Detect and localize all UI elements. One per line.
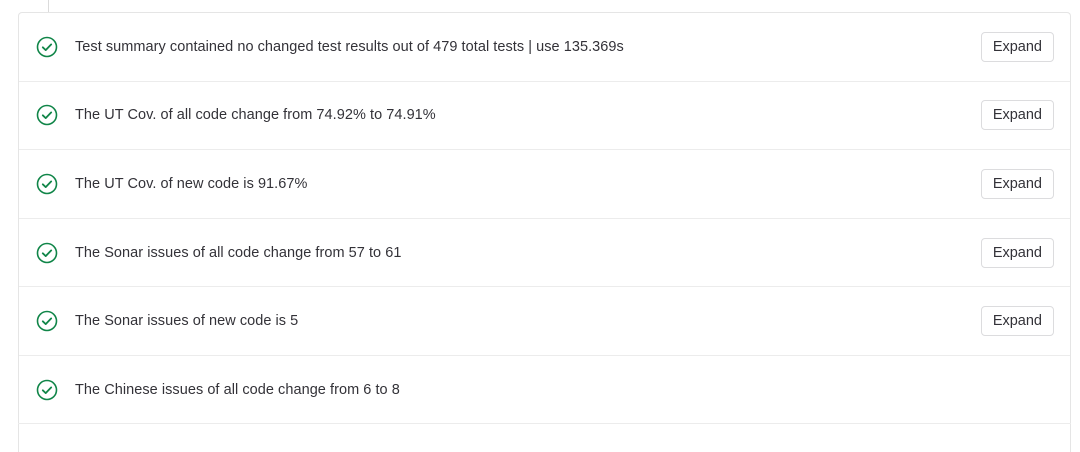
check-row-text: Test summary contained no changed test r… (75, 38, 624, 55)
check-row-sonar-new: The Sonar issues of new code is 5 Expand (19, 287, 1070, 356)
expand-button[interactable]: Expand (980, 100, 1054, 131)
check-row-text: The Sonar issues of all code change from… (75, 244, 402, 261)
check-row-text: The UT Cov. of new code is 91.67% (75, 175, 308, 192)
check-circle-icon (36, 173, 58, 195)
check-row-text: The Chinese issues of all code change fr… (75, 382, 400, 399)
check-row-test-summary: Test summary contained no changed test r… (19, 13, 1070, 82)
check-circle-icon (36, 379, 58, 401)
check-row-text: The Sonar issues of new code is 5 (75, 313, 299, 330)
check-circle-icon (36, 105, 58, 126)
checks-panel: Test summary contained no changed test r… (18, 12, 1071, 452)
expand-button[interactable]: Expand (980, 306, 1054, 337)
check-row-chinese-issues: The Chinese issues of all code change fr… (19, 356, 1070, 425)
expand-button[interactable]: Expand (980, 237, 1054, 268)
check-row-ut-cov-all: The UT Cov. of all code change from 74.9… (19, 82, 1070, 151)
check-row-ut-cov-new: The UT Cov. of new code is 91.67% Expand (19, 150, 1070, 219)
check-circle-icon (36, 242, 58, 263)
check-row-text: The UT Cov. of all code change from 74.9… (75, 107, 436, 124)
row-divider (18, 423, 1071, 424)
timeline-connector (48, 0, 49, 12)
expand-button[interactable]: Expand (980, 168, 1054, 199)
check-circle-icon (36, 310, 58, 332)
check-row-sonar-all: The Sonar issues of all code change from… (19, 219, 1070, 288)
expand-button[interactable]: Expand (980, 31, 1054, 62)
check-circle-icon (36, 36, 58, 58)
